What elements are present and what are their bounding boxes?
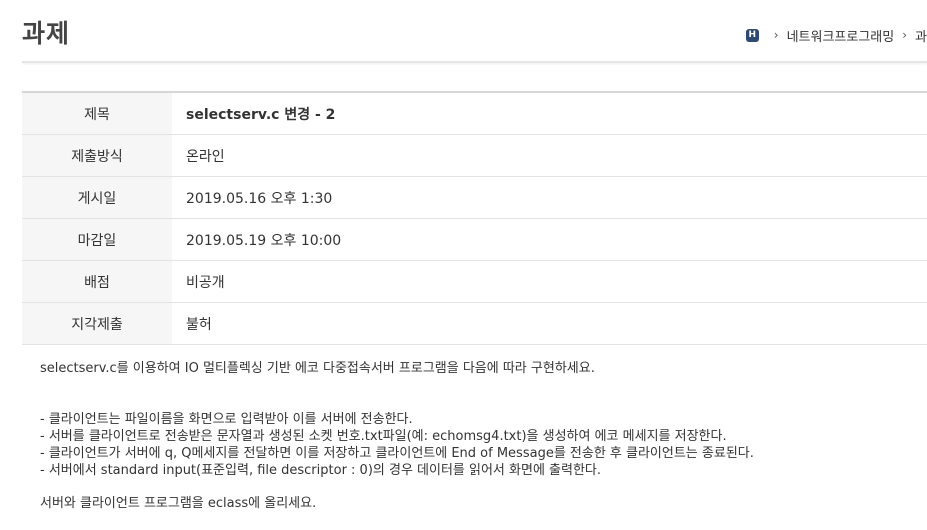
row-label-late-submission: 지각제출 <box>22 302 172 345</box>
description-intro: selectserv.c를 이용하여 IO 멀티플렉싱 기반 에코 다중접속서버… <box>40 361 595 376</box>
chevron-right-icon: › <box>773 28 779 42</box>
chevron-right-icon: › <box>902 28 908 42</box>
breadcrumb: H › 네트워크프로그래밍 › 과 <box>745 26 927 45</box>
breadcrumb-item-assignment[interactable]: 과 <box>915 26 927 45</box>
table-row: 지각제출 불허 <box>22 302 927 345</box>
description-item: - 클라이언트는 파일이름을 화면으로 입력받아 이를 서버에 전송한다. <box>40 412 413 427</box>
submission-method-value: 온라인 <box>172 134 927 177</box>
row-label-title: 제목 <box>22 92 172 135</box>
assignment-description: selectserv.c를 이용하여 IO 멀티플렉싱 기반 에코 다중접속서버… <box>40 360 920 512</box>
row-label-points: 배점 <box>22 260 172 303</box>
table-row: 배점 비공개 <box>22 260 927 303</box>
description-item: - 서버에서 standard input(표준입력, file descrip… <box>40 463 602 478</box>
breadcrumb-item-course[interactable]: 네트워크프로그래밍 <box>787 26 895 45</box>
header-divider <box>22 61 927 63</box>
row-label-submission-method: 제출방식 <box>22 134 172 177</box>
home-icon[interactable]: H <box>745 28 759 42</box>
late-submission-value: 불허 <box>172 302 927 345</box>
points-value: 비공개 <box>172 260 927 303</box>
page-title: 과제 <box>22 19 71 48</box>
description-item: - 클라이언트가 서버에 q, Q메세지를 전달하면 이를 저장하고 클라이언트… <box>40 446 754 461</box>
page-header: 과제 H › 네트워크프로그래밍 › 과 <box>0 0 927 64</box>
table-row: 제출방식 온라인 <box>22 134 927 177</box>
assignment-info-table: 제목 selectserv.c 변경 - 2 제출방식 온라인 게시일 2019… <box>22 91 927 345</box>
due-date-value: 2019.05.19 오후 10:00 <box>172 218 927 261</box>
table-row: 마감일 2019.05.19 오후 10:00 <box>22 218 927 261</box>
assignment-title: selectserv.c 변경 - 2 <box>172 92 927 135</box>
description-item: - 서버를 클라이언트로 전송받은 문자열과 생성된 소켓 번호.txt파일(예… <box>40 429 727 444</box>
table-row: 게시일 2019.05.16 오후 1:30 <box>22 176 927 219</box>
description-footer: 서버와 클라이언트 프로그램을 eclass에 올리세요. <box>40 496 317 511</box>
row-label-posted-date: 게시일 <box>22 176 172 219</box>
posted-date-value: 2019.05.16 오후 1:30 <box>172 176 927 219</box>
table-row: 제목 selectserv.c 변경 - 2 <box>22 92 927 135</box>
row-label-due-date: 마감일 <box>22 218 172 261</box>
